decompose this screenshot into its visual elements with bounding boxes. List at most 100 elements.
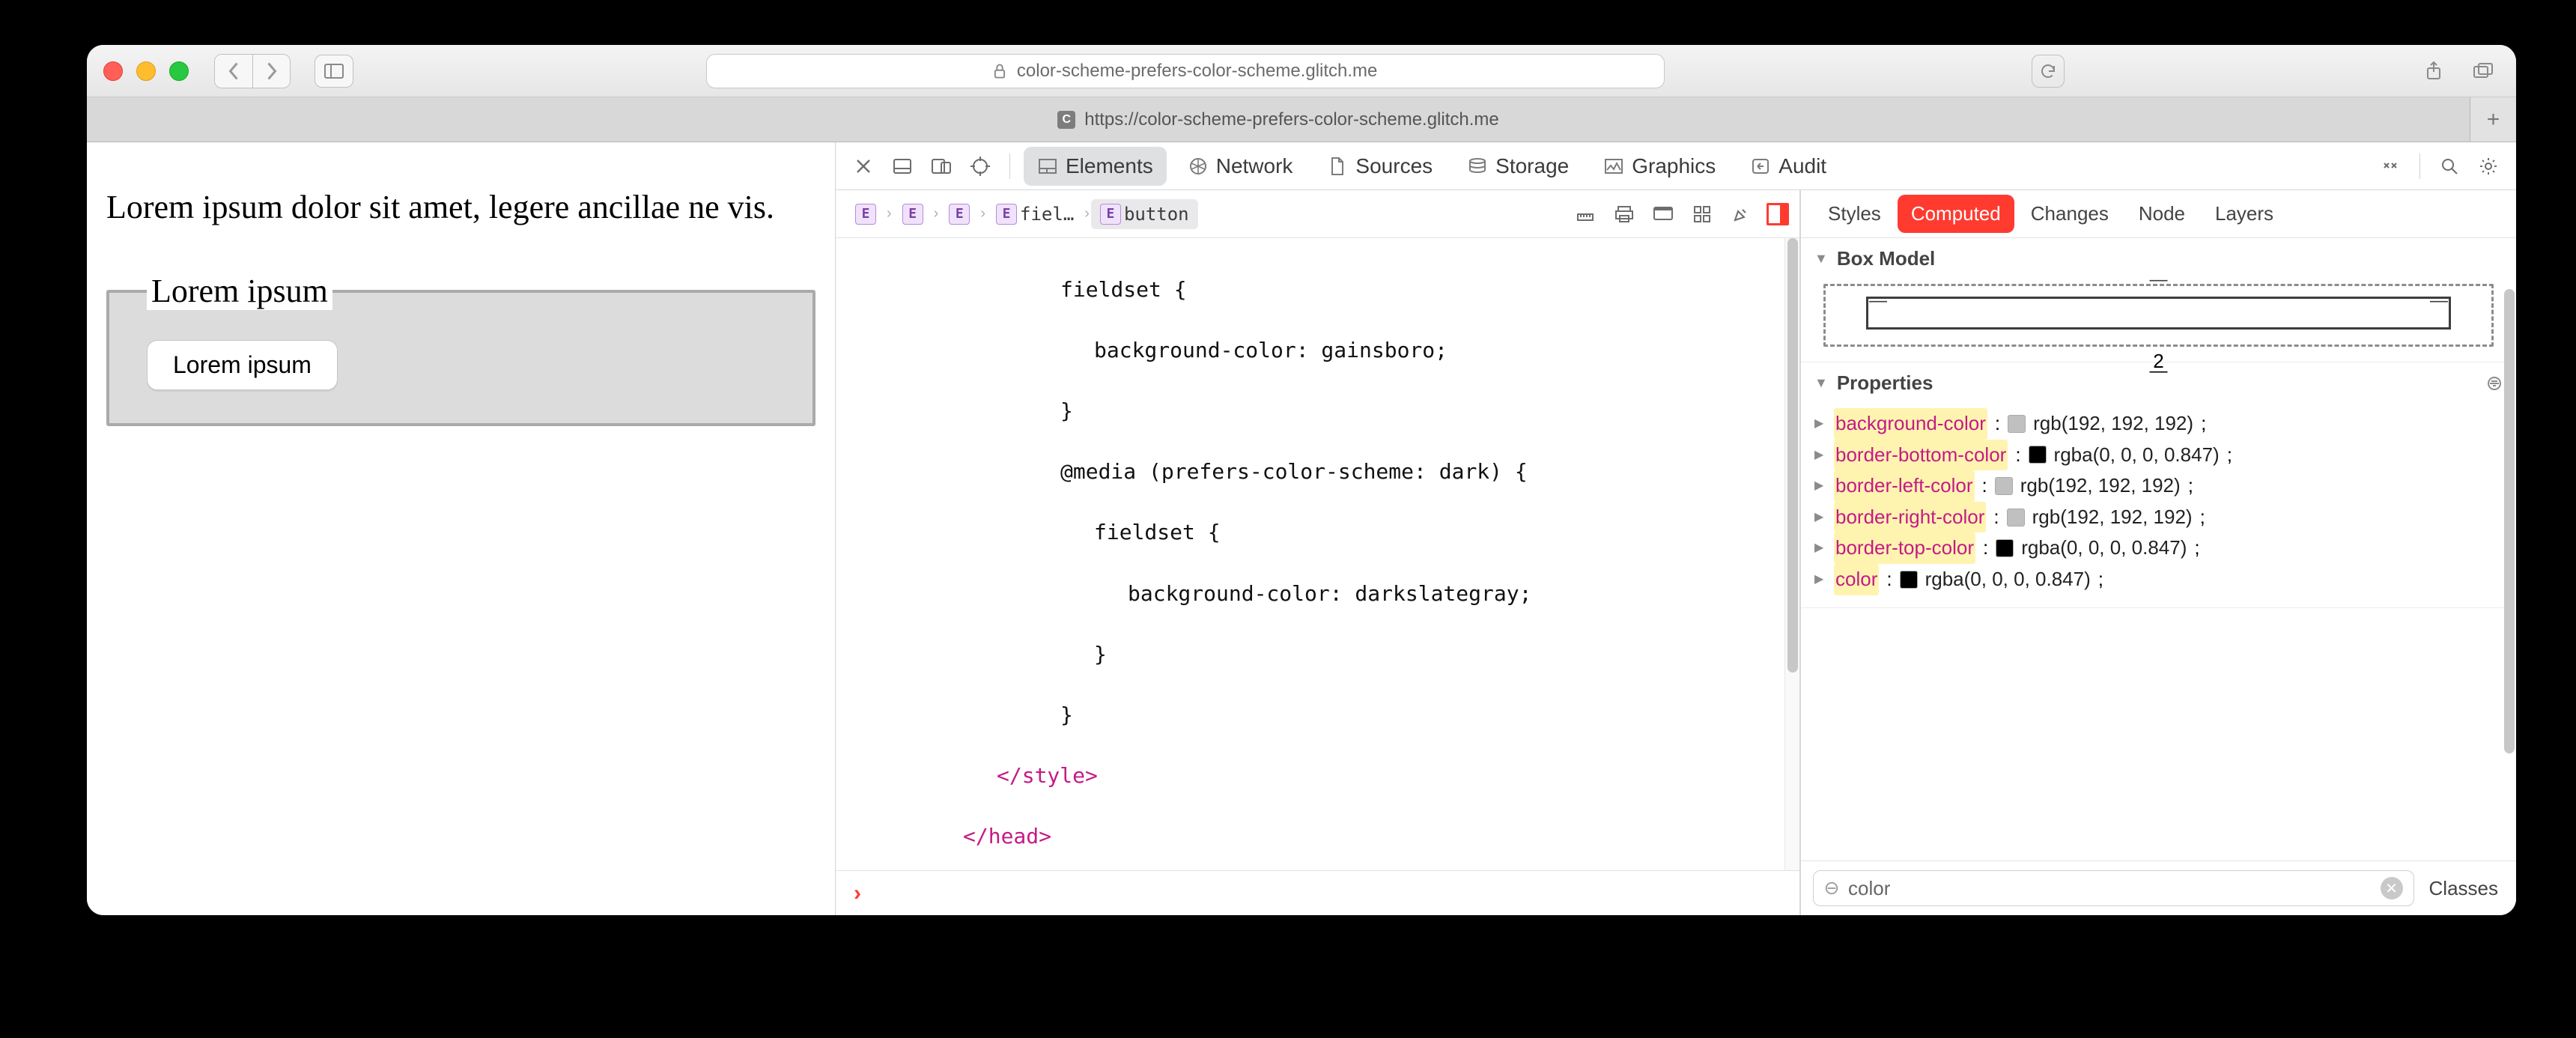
color-swatch: [1996, 539, 2014, 557]
tab-node[interactable]: Node: [2125, 195, 2199, 233]
tab-label: Network: [1216, 154, 1293, 178]
tab-graphics[interactable]: Graphics: [1590, 147, 1729, 186]
dock-bottom-icon[interactable]: [887, 151, 918, 182]
safari-window: color-scheme-prefers-color-scheme.glitch…: [87, 45, 2516, 915]
property-row[interactable]: ▶border-left-color:rgb(192, 192, 192);: [1814, 470, 2503, 502]
close-window-button[interactable]: [103, 61, 123, 81]
window-titlebar: color-scheme-prefers-color-scheme.glitch…: [87, 45, 2516, 97]
ruler-icon[interactable]: [1570, 199, 1600, 229]
rendered-page: Lorem ipsum dolor sit amet, legere ancil…: [87, 142, 836, 915]
color-swatch: [2008, 415, 2026, 433]
tab-label: Elements: [1066, 154, 1153, 178]
src-line: fieldset {: [836, 275, 1799, 306]
property-row[interactable]: ▶border-right-color:rgb(192, 192, 192);: [1814, 502, 2503, 533]
src-line: }: [836, 396, 1799, 427]
console-prompt-icon: ›: [854, 881, 861, 906]
paint-icon[interactable]: [1726, 199, 1756, 229]
back-button[interactable]: [215, 55, 252, 88]
url-bar[interactable]: color-scheme-prefers-color-scheme.glitch…: [706, 54, 1665, 88]
clear-filter-button[interactable]: ✕: [2381, 877, 2403, 899]
tab-audit[interactable]: Audit: [1737, 147, 1840, 186]
elements-tree-pane: E› E› E› Efiel…› Ebutton fi: [836, 190, 1800, 915]
url-text: color-scheme-prefers-color-scheme.glitch…: [1017, 61, 1377, 82]
property-row[interactable]: ▶background-color:rgb(192, 192, 192);: [1814, 408, 2503, 440]
crumb-body[interactable]: E: [893, 199, 932, 229]
tab-strip: C https://color-scheme-prefers-color-sch…: [87, 97, 2516, 142]
crumb-fieldset[interactable]: Efiel…: [987, 199, 1083, 229]
page-form: Lorem ipsum Lorem ipsum: [106, 272, 815, 426]
tab-label: Sources: [1355, 154, 1433, 178]
toolbar-separator: [1009, 154, 1010, 179]
tab-sources[interactable]: Sources: [1313, 147, 1446, 186]
device-icon[interactable]: [1648, 199, 1678, 229]
crumb-html[interactable]: E: [846, 199, 885, 229]
property-row[interactable]: ▶color:rgba(0, 0, 0, 0.847);: [1814, 564, 2503, 595]
new-tab-button[interactable]: +: [2470, 97, 2516, 142]
tab-label: Graphics: [1632, 154, 1716, 178]
crumb-form[interactable]: E: [940, 199, 979, 229]
network-icon: [1188, 156, 1209, 177]
console-drawer[interactable]: ›: [836, 870, 1799, 915]
crumb-button[interactable]: Ebutton: [1091, 199, 1198, 229]
box-model-diagram: ——— 2 —: [1801, 279, 2516, 362]
tab-computed[interactable]: Computed: [1898, 195, 2014, 233]
filter-value: color: [1848, 877, 1890, 900]
filter-icon: [1824, 881, 1839, 896]
titlebar-right: [2417, 55, 2500, 88]
scrollbar-handle[interactable]: [1787, 238, 1798, 673]
tab-elements[interactable]: Elements: [1024, 147, 1167, 186]
sources-icon: [1327, 156, 1348, 177]
settings-icon[interactable]: [2473, 151, 2504, 182]
reload-button[interactable]: [2032, 55, 2065, 88]
property-row[interactable]: ▶border-bottom-color:rgba(0, 0, 0, 0.847…: [1814, 440, 2503, 471]
tab-network[interactable]: Network: [1174, 147, 1307, 186]
dom-source[interactable]: fieldset { background-color: gainsboro; …: [836, 238, 1799, 870]
overflow-icon[interactable]: [2375, 151, 2406, 182]
layout-overlay-icon[interactable]: [1767, 203, 1789, 225]
property-row[interactable]: ▶border-top-color:rgba(0, 0, 0, 0.847);: [1814, 532, 2503, 564]
tab-favicon: C: [1057, 111, 1075, 129]
filter-bar: color ✕ Classes: [1801, 861, 2516, 915]
tab-storage[interactable]: Storage: [1453, 147, 1582, 186]
tab-styles[interactable]: Styles: [1814, 195, 1895, 233]
properties-list: ▶background-color:rgb(192, 192, 192); ▶b…: [1801, 404, 2516, 607]
audit-icon: [1750, 156, 1771, 177]
minimize-window-button[interactable]: [136, 61, 156, 81]
inspect-icon[interactable]: [965, 151, 996, 182]
classes-button[interactable]: Classes: [2423, 877, 2504, 900]
sidebar-toggle[interactable]: [315, 55, 353, 88]
src-line: background-color: darkslategray;: [836, 579, 1799, 610]
grid-icon[interactable]: [1687, 199, 1717, 229]
forward-button[interactable]: [252, 55, 290, 88]
page-fieldset: Lorem ipsum Lorem ipsum: [106, 272, 815, 426]
src-line: </style>: [836, 761, 1799, 792]
zoom-window-button[interactable]: [169, 61, 189, 81]
search-icon[interactable]: [2434, 151, 2465, 182]
color-swatch: [2007, 509, 2025, 526]
share-icon[interactable]: [2417, 55, 2450, 88]
tab-changes[interactable]: Changes: [2017, 195, 2122, 233]
color-swatch: [1995, 477, 2013, 495]
storage-icon: [1467, 156, 1488, 177]
page-button[interactable]: Lorem ipsum: [147, 340, 338, 390]
filter-input[interactable]: color ✕: [1813, 870, 2414, 906]
filter-icon[interactable]: [2486, 375, 2503, 392]
color-swatch: [2029, 446, 2047, 464]
tabs-icon[interactable]: [2467, 55, 2500, 88]
devtools-body: E› E› E› Efiel…› Ebutton fi: [836, 190, 2516, 915]
browser-tab[interactable]: C https://color-scheme-prefers-color-sch…: [87, 97, 2470, 142]
window-body: Lorem ipsum dolor sit amet, legere ancil…: [87, 142, 2516, 915]
scrollbar-track: [1784, 238, 1799, 870]
close-devtools-icon[interactable]: [848, 151, 879, 182]
tab-layers[interactable]: Layers: [2202, 195, 2287, 233]
print-icon[interactable]: [1609, 199, 1639, 229]
box-model-section: ▼Box Model ——— 2 —: [1801, 238, 2516, 362]
src-line: }: [836, 700, 1799, 731]
dock-side-icon[interactable]: [926, 151, 957, 182]
nav-buttons: [214, 54, 291, 88]
properties-section: ▼Properties ▶background-color:rgb(192, 1…: [1801, 362, 2516, 608]
src-line: @media (prefers-color-scheme: dark) {: [836, 457, 1799, 488]
sidebar-scrollbar[interactable]: [2504, 289, 2515, 753]
devtools-pane: Elements Network Sources Storage Graphic…: [836, 142, 2516, 915]
tab-title: https://color-scheme-prefers-color-schem…: [1084, 109, 1499, 130]
